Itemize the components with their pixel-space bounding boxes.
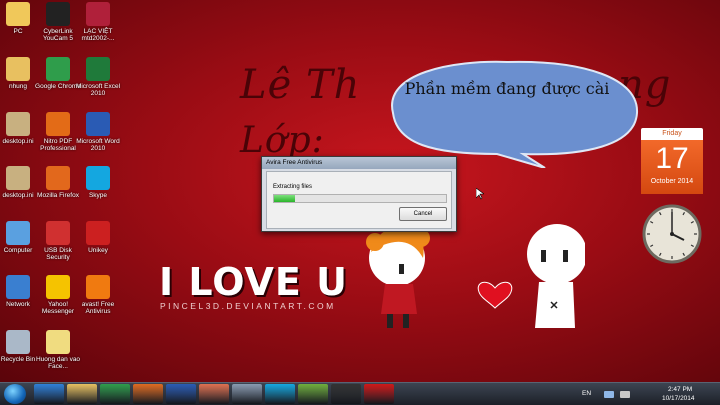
unikey-icon: [86, 221, 110, 245]
dialog-body: Extracting files Cancel: [266, 171, 452, 229]
desktop-icon-label: Skype: [88, 192, 108, 199]
skype-icon: [86, 166, 110, 190]
desktop-icon[interactable]: Huong dan vao Face...: [32, 330, 84, 370]
cartoon-characters: [366, 224, 585, 328]
heart-shape: [477, 281, 513, 309]
chrome-icon: [46, 57, 70, 81]
speech-bubble-text: Phần mềm đang được cài: [404, 79, 610, 98]
wallpaper-heading-line2: Lớp:: [240, 120, 325, 161]
document-icon: [46, 330, 70, 354]
network-globe-icon: [6, 275, 30, 299]
taskbar: EN 2:47 PM 10/17/2014: [0, 382, 720, 405]
settings-icon[interactable]: [232, 384, 262, 404]
volume-tray-icon[interactable]: [620, 391, 630, 398]
settings-file-icon: [6, 166, 30, 190]
calendar-gadget[interactable]: Friday 17 October 2014: [641, 128, 703, 194]
desktop-icon-label: Huong dan vao Face...: [35, 356, 81, 370]
language-indicator[interactable]: EN: [582, 390, 591, 397]
recycle-bin-icon: [6, 330, 30, 354]
desktop-icon[interactable]: Microsoft Word 2010: [72, 112, 124, 152]
firefox-icon: [46, 166, 70, 190]
paint-icon[interactable]: [298, 384, 328, 404]
mouse-cursor-icon: [476, 188, 484, 200]
install-progress-fill: [274, 195, 295, 202]
love-text: I LOVE U: [159, 260, 348, 304]
webcam-icon: [46, 2, 70, 26]
clock-time[interactable]: 2:47 PM: [668, 386, 692, 393]
avira-install-dialog: Avira Free Antivirus Extracting files Ca…: [261, 156, 457, 232]
skype-icon[interactable]: [265, 384, 295, 404]
chrome-icon[interactable]: [100, 384, 130, 404]
avira-icon[interactable]: [364, 384, 394, 404]
internet-explorer-icon[interactable]: [34, 384, 64, 404]
desktop-icon-label: avast! Free Antivirus: [81, 301, 115, 315]
monitor-icon: [6, 221, 30, 245]
nitro-pdf-icon: [46, 112, 70, 136]
desktop-icon[interactable]: Unikey: [72, 221, 124, 254]
video-icon[interactable]: [331, 384, 361, 404]
word-icon[interactable]: [166, 384, 196, 404]
paint-icon[interactable]: [199, 384, 229, 404]
excel-icon: [86, 57, 110, 81]
computer-icon: [6, 2, 30, 26]
boy-figure: [527, 224, 585, 328]
calendar-weekday: Friday: [641, 128, 703, 140]
yahoo-messenger-icon: [46, 275, 70, 299]
file-explorer-icon[interactable]: [67, 384, 97, 404]
girl-figure: [366, 227, 430, 328]
clock-date[interactable]: 10/17/2014: [662, 395, 695, 402]
desktop-icon-label: LẠC VIỆT mtd2002-...: [81, 28, 115, 42]
word-icon: [86, 112, 110, 136]
calendar-month-year: October 2014: [650, 178, 694, 185]
clock-gadget[interactable]: [642, 204, 702, 264]
folder-icon: [6, 57, 30, 81]
calendar-day: 17: [655, 142, 689, 175]
desktop: Lê Th ng Lớp: PC CyberLink YouCam 5 LẠC VI…: [0, 0, 720, 382]
avast-icon: [86, 275, 110, 299]
desktop-icon[interactable]: avast! Free Antivirus: [72, 275, 124, 315]
desktop-icon[interactable]: LẠC VIỆT mtd2002-...: [72, 2, 124, 42]
dictionary-icon: [86, 2, 110, 26]
shield-icon: [46, 221, 70, 245]
desktop-icon-label: Microsoft Excel 2010: [75, 83, 121, 97]
network-tray-icon[interactable]: [604, 391, 614, 398]
extracting-status: Extracting files: [273, 184, 313, 190]
install-progress-bar: [273, 194, 447, 203]
desktop-icon[interactable]: Microsoft Excel 2010: [72, 57, 124, 97]
settings-file-icon: [6, 112, 30, 136]
desktop-icon-label: Unikey: [88, 247, 108, 254]
start-button[interactable]: [4, 384, 26, 404]
wallpaper-heading-line1: Lê Th: [240, 62, 361, 108]
system-tray: EN 2:47 PM 10/17/2014: [570, 383, 720, 405]
speech-bubble: [391, 60, 639, 168]
calendar-face: 17 October 2014: [641, 140, 703, 194]
media-player-icon[interactable]: [133, 384, 163, 404]
desktop-icon-label: Microsoft Word 2010: [76, 138, 120, 152]
cancel-button[interactable]: Cancel: [399, 207, 447, 221]
artist-signature: PINCEL3D.DEVIANTART.COM: [160, 301, 336, 311]
desktop-icon[interactable]: Skype: [72, 166, 124, 199]
dialog-title: Avira Free Antivirus: [262, 157, 456, 169]
